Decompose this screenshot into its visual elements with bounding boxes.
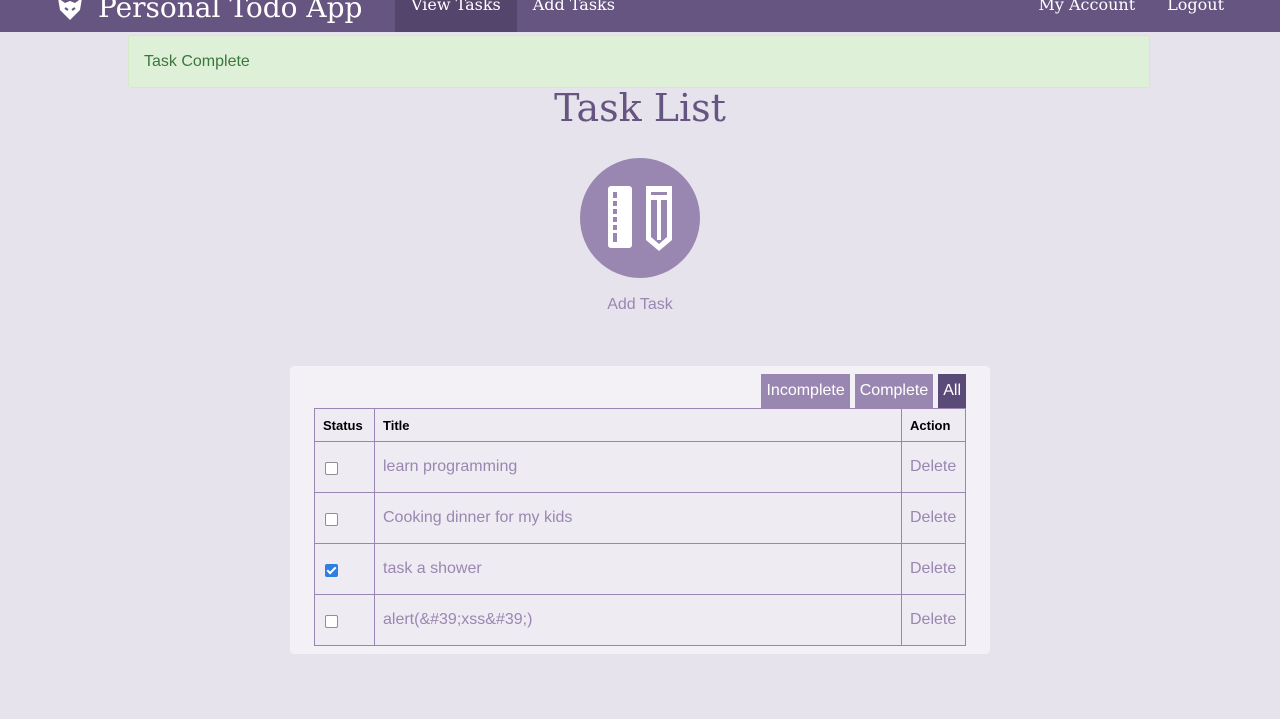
header-status: Status — [314, 408, 375, 442]
status-cell — [314, 492, 375, 544]
status-checkbox[interactable] — [325, 462, 338, 476]
nav-my-account[interactable]: My Account — [1022, 0, 1151, 32]
top-navbar: Personal Todo App View Tasks Add Tasks M… — [0, 0, 1280, 32]
task-title: alert(&#39;xss&#39;) — [374, 594, 902, 646]
page-title: Task List — [554, 86, 726, 130]
brand[interactable]: Personal Todo App — [56, 0, 362, 28]
table-row: alert(&#39;xss&#39;) Delete — [314, 594, 966, 646]
delete-link[interactable]: Delete — [901, 441, 966, 493]
add-task-link[interactable]: Add Task — [0, 296, 1280, 314]
brand-title: Personal Todo App — [98, 0, 363, 24]
filter-all-button[interactable]: All — [938, 374, 966, 408]
task-panel: Incomplete Complete All Status Title Act… — [290, 366, 990, 654]
table-row: task a shower Delete — [314, 543, 966, 595]
ruler-pencil-icon — [608, 186, 672, 251]
table-header-row: Status Title Action — [314, 408, 966, 442]
table-row: learn programming Delete — [314, 441, 966, 493]
delete-link[interactable]: Delete — [901, 594, 966, 646]
task-table: Status Title Action learn programming De… — [314, 408, 966, 646]
status-checkbox[interactable] — [325, 564, 338, 578]
nav-view-tasks[interactable]: View Tasks — [395, 0, 517, 32]
task-title: learn programming — [374, 441, 902, 493]
status-cell — [314, 594, 375, 646]
status-checkbox[interactable] — [325, 513, 338, 527]
status-checkbox[interactable] — [325, 615, 338, 629]
task-title: task a shower — [374, 543, 902, 595]
filter-group: Incomplete Complete All — [761, 374, 966, 408]
status-cell — [314, 543, 375, 595]
delete-link[interactable]: Delete — [901, 492, 966, 544]
nav-add-tasks[interactable]: Add Tasks — [517, 0, 631, 32]
header-title: Title — [374, 408, 902, 442]
fox-logo-icon — [58, 0, 82, 20]
table-row: Cooking dinner for my kids Delete — [314, 492, 966, 544]
add-task-button[interactable] — [580, 158, 700, 278]
delete-link[interactable]: Delete — [901, 543, 966, 595]
nav-logout[interactable]: Logout — [1151, 0, 1240, 32]
status-cell — [314, 441, 375, 493]
task-title: Cooking dinner for my kids — [374, 492, 902, 544]
filter-complete-button[interactable]: Complete — [854, 374, 934, 408]
filter-incomplete-button[interactable]: Incomplete — [761, 374, 850, 408]
account-nav: My Account Logout — [1022, 0, 1240, 32]
main-nav: View Tasks Add Tasks — [395, 0, 631, 32]
header-action: Action — [901, 408, 966, 442]
success-alert: Task Complete — [128, 35, 1150, 88]
